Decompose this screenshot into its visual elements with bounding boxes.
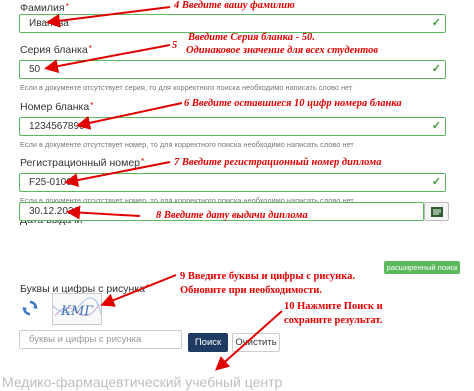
series-hint: Если в документе отсутствует серия, то д… <box>20 83 353 92</box>
calendar-button[interactable] <box>424 202 449 221</box>
extended-search-button[interactable]: расширенный поиск <box>384 261 460 274</box>
series-field[interactable]: 50 ✓ <box>19 60 446 79</box>
number-field[interactable]: 1234567890 ✓ <box>19 117 446 136</box>
annotation-8: 8 Введите дату выдачи диплома <box>156 210 308 221</box>
captcha-image: КМГ <box>52 293 102 325</box>
regnum-field[interactable]: F25-01000 ✓ <box>19 173 446 192</box>
refresh-icon[interactable] <box>22 300 38 316</box>
watermark: Медико-фармацевтический учебный центр <box>2 374 283 390</box>
annotation-9-line1: 9 Введите буквы и цифры с рисунка. <box>180 271 355 282</box>
series-label: Серия бланка* <box>20 44 92 56</box>
captcha-input[interactable]: буквы и цифры с рисунка <box>19 330 182 349</box>
valid-check-icon: ✓ <box>431 17 441 29</box>
annotation-5-line1: Введите Серия бланка - 50. <box>188 32 315 43</box>
captcha-text: КМГ <box>60 304 93 319</box>
annotation-5-number: 5 <box>172 40 178 51</box>
number-hint: Если в документе отсутствует номер, то д… <box>20 140 354 149</box>
regnum-label: Регистрационный номер* <box>20 157 145 169</box>
valid-check-icon: ✓ <box>431 120 441 132</box>
surname-label: Фамилия* <box>20 2 69 14</box>
annotation-10-line2: сохраните результат. <box>284 315 383 326</box>
clear-button[interactable]: Очистить <box>232 333 280 352</box>
surname-field[interactable]: Иванова ✓ <box>19 14 446 33</box>
annotation-4: 4 Введите вашу фамилию <box>174 0 295 11</box>
annotation-10-line1: 10 Нажмите Поиск и <box>284 301 383 312</box>
annotation-7: 7 Введите регистрационный номер диплома <box>174 157 382 168</box>
search-button[interactable]: Поиск <box>188 333 228 352</box>
annotation-6: 6 Введите оставшиеся 10 цифр номера блан… <box>184 98 402 109</box>
number-label: Номер бланка* <box>20 101 94 113</box>
annotation-5-line2: Одинаковое значение для всех студентов <box>186 45 379 56</box>
calendar-icon <box>431 207 443 217</box>
annotation-9-line2: Обновите при необходимости. <box>180 285 322 296</box>
valid-check-icon: ✓ <box>431 63 441 75</box>
valid-check-icon: ✓ <box>431 176 441 188</box>
